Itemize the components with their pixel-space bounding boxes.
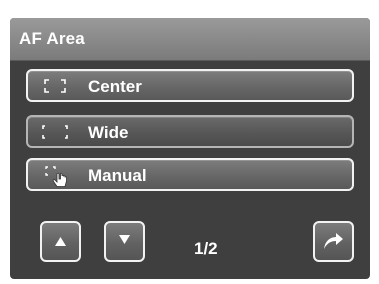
back-button[interactable] xyxy=(313,221,354,262)
menu-title: AF Area xyxy=(19,29,85,48)
page-indicator: 1/2 xyxy=(194,239,218,258)
option-wide-label: Wide xyxy=(88,123,129,142)
option-center[interactable]: Center xyxy=(26,69,354,102)
page-up-button[interactable] xyxy=(40,221,81,262)
af-wide-icon xyxy=(42,125,68,139)
page-down-button[interactable] xyxy=(104,221,145,262)
af-center-icon xyxy=(44,79,66,93)
option-manual[interactable]: Manual xyxy=(26,158,354,191)
camera-screen: AF Area Center Wide Manual 1/2 xyxy=(0,0,379,284)
option-wide[interactable]: Wide xyxy=(26,115,354,148)
menu-title-bar: AF Area xyxy=(10,18,370,61)
option-manual-label: Manual xyxy=(88,166,147,185)
option-center-label: Center xyxy=(88,77,142,96)
af-manual-icon xyxy=(44,165,70,189)
